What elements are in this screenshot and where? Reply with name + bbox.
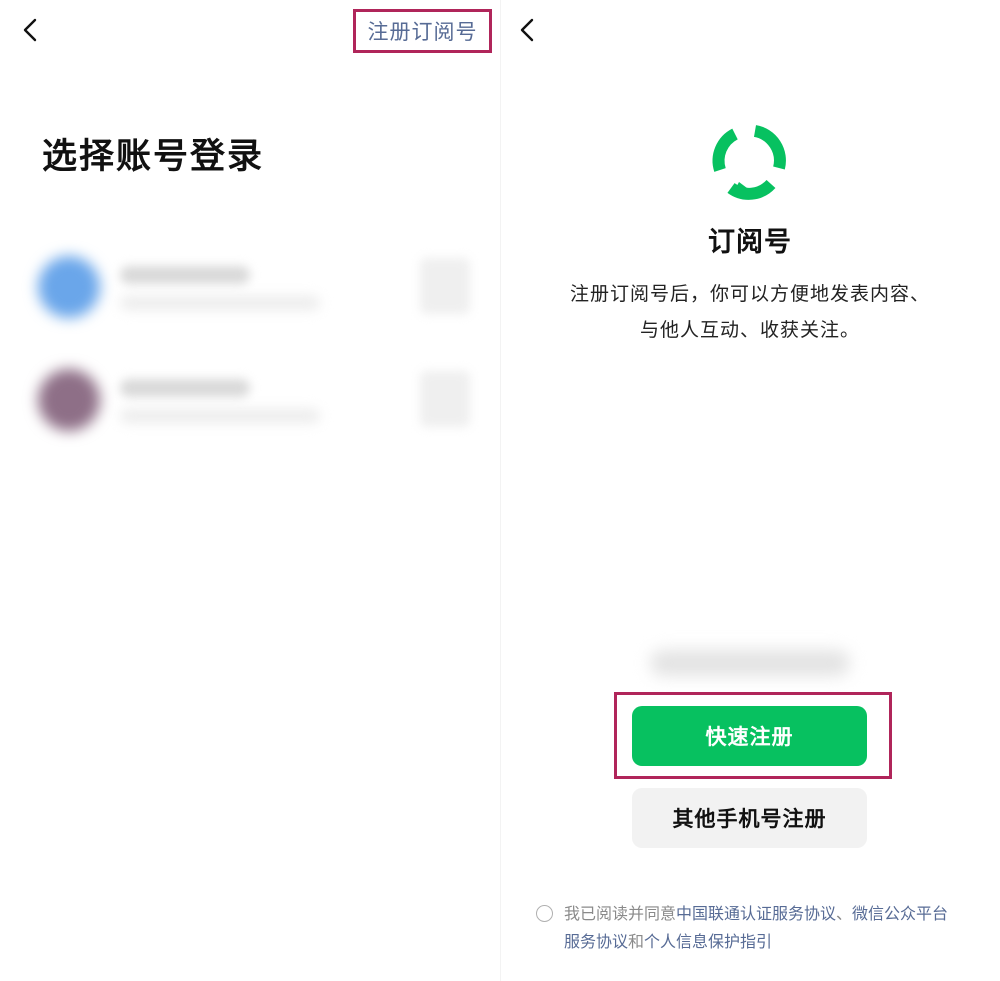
phone-number-blurred — [650, 650, 850, 676]
account-name-blurred — [120, 379, 250, 397]
back-button[interactable] — [18, 15, 46, 45]
account-type-title: 订阅号 — [708, 227, 792, 258]
description-line-1: 注册订阅号后，你可以方便地发表内容、 — [569, 283, 930, 305]
description-line-2: 与他人互动、收获关注。 — [639, 319, 860, 341]
register-subscription-link[interactable]: 注册订阅号 — [353, 9, 492, 53]
agreement: 我已阅读并同意中国联通认证服务协议、微信公众平台服务协议和个人信息保护指引 — [536, 900, 956, 956]
account-name-blurred — [120, 266, 250, 284]
account-info-blurred — [120, 296, 320, 310]
avatar — [38, 256, 100, 318]
agreement-prefix: 我已阅读并同意 — [564, 904, 677, 923]
agreement-conjunction: 和 — [628, 932, 645, 951]
account-info-blurred — [120, 409, 320, 423]
avatar — [38, 369, 100, 431]
unicom-auth-agreement-link[interactable]: 中国联通认证服务协议 — [676, 904, 836, 923]
privacy-guide-link[interactable]: 个人信息保护指引 — [644, 932, 772, 951]
description: 注册订阅号后，你可以方便地发表内容、 与他人互动、收获关注。 — [500, 276, 1000, 348]
agreement-checkbox[interactable] — [536, 905, 553, 922]
subscription-register-screen: 订阅号 注册订阅号后，你可以方便地发表内容、 与他人互动、收获关注。 快速注册 … — [500, 0, 1000, 981]
account-action-blurred[interactable] — [420, 371, 470, 427]
subscription-account-logo-icon — [709, 122, 789, 202]
account-select-screen: 注册订阅号 选择账号登录 — [0, 0, 500, 981]
account-row-1[interactable] — [30, 242, 480, 332]
chevron-left-icon — [520, 18, 534, 42]
other-phone-register-button[interactable]: 其他手机号注册 — [632, 788, 867, 848]
agreement-separator: 、 — [836, 904, 853, 923]
account-action-blurred[interactable] — [420, 258, 470, 314]
account-row-2[interactable] — [30, 355, 480, 445]
agreement-text: 我已阅读并同意中国联通认证服务协议、微信公众平台服务协议和个人信息保护指引 — [564, 900, 956, 956]
back-button[interactable] — [515, 15, 543, 45]
quick-register-button[interactable]: 快速注册 — [632, 706, 867, 766]
page-title: 选择账号登录 — [42, 137, 265, 177]
chevron-left-icon — [23, 18, 37, 42]
